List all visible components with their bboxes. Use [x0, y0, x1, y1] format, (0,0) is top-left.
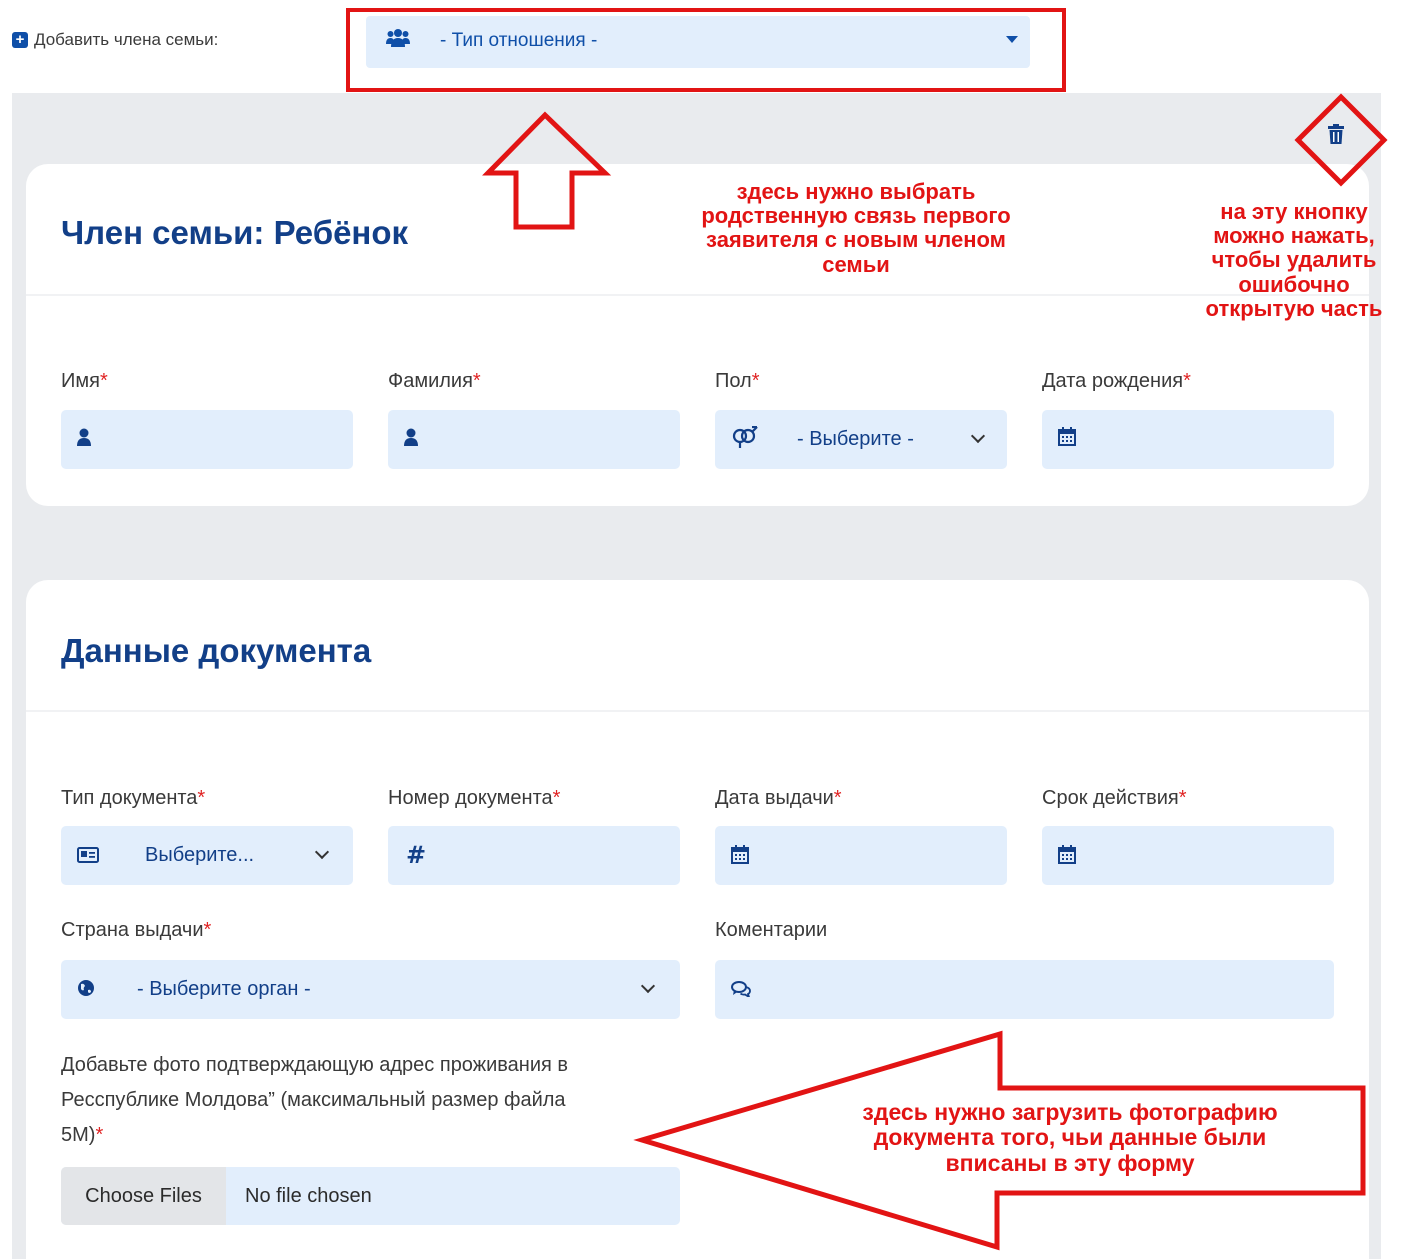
relation-type-value: - Тип отношения - [440, 30, 598, 51]
country-label: Страна выдачи* [61, 919, 212, 941]
country-value: - Выберите орган - [137, 978, 311, 1000]
doc-number-label: Номер документа* [388, 787, 561, 809]
comments-label: Коментарии [715, 919, 828, 941]
plus-square-icon[interactable]: + [12, 32, 28, 48]
relation-note: здесь нужно выбрать родственную связь пе… [701, 179, 1011, 277]
delete-note: на эту кнопку можно нажать, чтобы удалит… [1205, 199, 1383, 321]
choose-files-button[interactable]: Choose Files [61, 1167, 226, 1225]
document-title: Данные документа [61, 632, 372, 669]
upload-note: здесь нужно загрузить фотографию докумен… [862, 1099, 1278, 1176]
gender-icon [731, 425, 759, 453]
user-icon [77, 428, 91, 451]
comments-field[interactable] [715, 960, 1334, 1019]
users-icon [386, 27, 410, 55]
first-name-label: Имя* [61, 370, 108, 392]
expiry-label: Срок действия* [1042, 787, 1187, 809]
delete-section-button[interactable] [1328, 124, 1344, 149]
calendar-icon [731, 845, 749, 869]
birth-date-field[interactable] [1042, 410, 1334, 469]
add-member-label: Добавить члена семьи: [34, 30, 219, 49]
last-name-label: Фамилия* [388, 370, 481, 392]
calendar-icon [1058, 427, 1076, 451]
country-select[interactable]: - Выберите орган - [61, 960, 680, 1019]
chevron-down-icon [970, 428, 986, 444]
comments-icon [731, 981, 751, 1002]
family-member-title: Член семьи: Ребёнок [61, 214, 409, 251]
id-card-icon [77, 847, 99, 868]
gender-value: - Выберите - [797, 428, 914, 450]
trash-icon [1328, 124, 1344, 148]
chevron-down-icon [640, 978, 656, 994]
doc-type-select[interactable]: Выберите... [61, 826, 353, 885]
doc-number-field[interactable]: # [388, 826, 680, 885]
file-upload-input[interactable]: Choose Files No file chosen [61, 1167, 680, 1225]
birth-date-label: Дата рождения* [1042, 370, 1191, 392]
caret-down-icon [1006, 36, 1018, 43]
expiry-field[interactable] [1042, 826, 1334, 885]
globe-icon [77, 979, 95, 1002]
user-icon [404, 428, 418, 451]
divider [26, 710, 1369, 712]
last-name-field[interactable] [388, 410, 680, 469]
hash-icon: # [406, 841, 427, 869]
file-status-text: No file chosen [245, 1185, 372, 1207]
clipped-heading [0, 0, 1406, 8]
doc-type-label: Тип документа* [61, 787, 206, 809]
chevron-down-icon [314, 844, 330, 860]
add-member-row: + Добавить члена семьи: [12, 30, 218, 50]
upload-label: Добавьте фото подтверждающую адрес прожи… [61, 1054, 569, 1146]
calendar-icon [1058, 845, 1076, 869]
relation-type-select[interactable]: - Тип отношения - [366, 16, 1030, 68]
issue-date-field[interactable] [715, 826, 1007, 885]
issue-date-label: Дата выдачи* [715, 787, 842, 809]
gender-select[interactable]: - Выберите - [715, 410, 1007, 469]
divider [26, 294, 1369, 296]
doc-type-value: Выберите... [145, 844, 255, 866]
first-name-field[interactable] [61, 410, 353, 469]
gender-label: Пол* [715, 370, 760, 392]
